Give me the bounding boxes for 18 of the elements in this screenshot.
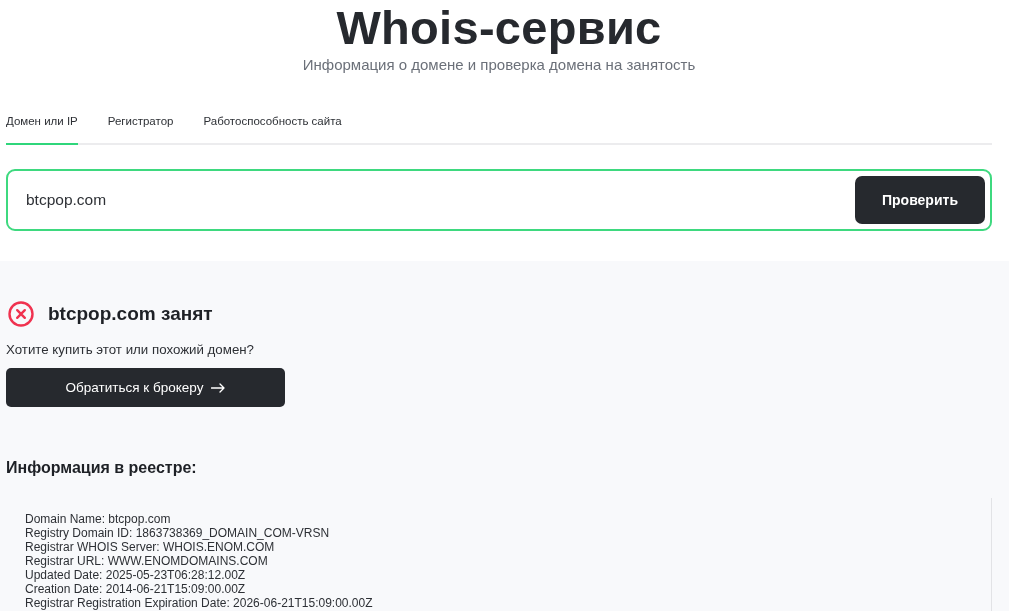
tab[interactable]: Регистратор [107,113,174,145]
whois-line: Registrar Registration Expiration Date: 2026-06-21T15:09:00.00Z [25,596,373,610]
page-subtitle: Информация о домене и проверка домена на занятость [302,56,696,73]
whois-line: Domain Name: btcpop.com [25,512,171,526]
page-title: Whois-сервис [336,0,662,56]
whois-line: Creation Date: 2014-06-21T15:09:00.00Z [25,582,246,596]
tab[interactable]: Работоспособность сайта [203,113,342,145]
check-button[interactable]: Проверить [855,176,985,224]
whois-line: Registry Domain ID: 1863738369_DOMAIN_COM-VRSN [25,526,330,540]
tab[interactable]: Домен или IP [6,113,78,145]
whois-line: Registrar URL: WWW.ENOMDOMAINS.COM [25,554,268,568]
whois-line: Updated Date: 2025-05-23T06:28:12.00Z [25,568,246,582]
domain-status-heading: btcpop.com занят [48,302,213,326]
arrow-right-icon [211,382,226,393]
broker-button[interactable]: Обратиться к брокеру [6,368,285,407]
registry-heading: Информация в реестре: [6,458,197,478]
broker-question: Хотите купить этот или похожий домен? [6,342,255,358]
whois-line: Registrar WHOIS Server: WHOIS.ENOM.COM [25,540,275,554]
